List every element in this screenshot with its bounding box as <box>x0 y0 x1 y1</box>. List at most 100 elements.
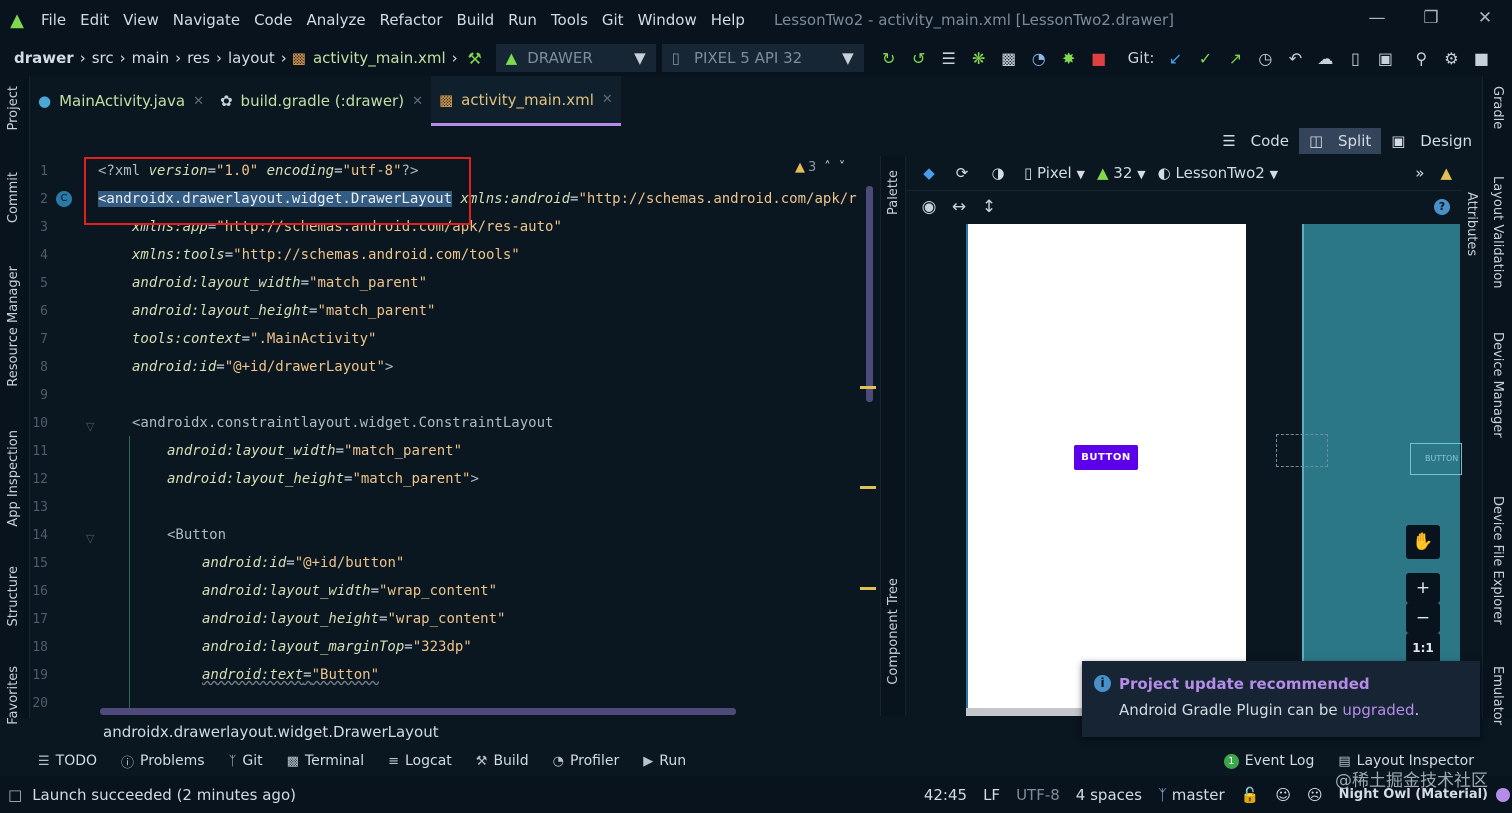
coverage-icon[interactable]: ▩ <box>994 49 1024 68</box>
restore-icon[interactable]: ❐ <box>1404 0 1458 40</box>
git-update-icon[interactable]: ↙ <box>1160 49 1190 68</box>
tool-gradle[interactable]: Gradle <box>1490 86 1505 129</box>
breadcrumb-drawer[interactable]: drawer <box>10 49 78 67</box>
zoom-out-button[interactable]: − <box>1406 603 1440 633</box>
theme-select[interactable]: ◐ LessonTwo2 ▼ <box>1158 164 1278 182</box>
tool-event-log[interactable]: 1 Event Log <box>1223 753 1314 769</box>
breadcrumb-res[interactable]: res <box>183 49 214 67</box>
rerun-icon[interactable]: ↻ <box>874 49 904 68</box>
close-icon[interactable]: ✕ <box>412 94 423 109</box>
sdk-manager-icon[interactable]: ▣ <box>1370 49 1400 68</box>
vertical-scrollbar[interactable] <box>866 186 873 402</box>
tab-build-gradle[interactable]: ✿ build.gradle (:drawer) ✕ <box>212 76 431 126</box>
tab-activity-main[interactable]: ▩ activity_main.xml ✕ <box>430 76 621 126</box>
breadcrumb-activity-main[interactable]: activity_main.xml <box>309 49 450 67</box>
orientation-icon[interactable]: ⟳ <box>944 164 980 182</box>
warning-marker[interactable] <box>860 587 876 590</box>
chevron-up-icon[interactable]: ˄ <box>824 160 831 175</box>
preview-button[interactable]: BUTTON <box>1074 445 1138 470</box>
tool-device-file-explorer[interactable]: Device File Explorer <box>1490 496 1505 625</box>
face-icon[interactable]: ☹ <box>1307 786 1323 804</box>
tab-mainactivity[interactable]: ● MainActivity.java ✕ <box>30 76 212 126</box>
tool-profiler[interactable]: ◔ Profiler <box>553 753 620 769</box>
device-select[interactable]: ▯ Pixel ▼ <box>1024 164 1085 182</box>
class-link-icon[interactable]: C <box>56 191 72 207</box>
menu-refactor[interactable]: Refactor <box>373 0 450 40</box>
close-icon[interactable]: ✕ <box>602 92 613 107</box>
tool-terminal[interactable]: ▩ Terminal <box>287 753 364 769</box>
profile-icon[interactable]: ◔ <box>1024 49 1054 68</box>
pan-icon[interactable]: ✋ <box>1406 525 1440 559</box>
menu-tools[interactable]: Tools <box>544 0 595 40</box>
device-manager-icon[interactable]: ▯ <box>1340 49 1370 68</box>
breadcrumb-main[interactable]: main <box>128 49 173 67</box>
tool-emulator[interactable]: Emulator <box>1490 666 1505 725</box>
rollback-icon[interactable]: ↶ <box>1280 49 1310 68</box>
search-icon[interactable]: ⚲ <box>1406 49 1436 68</box>
blueprint-button[interactable]: BUTTON <box>1410 443 1462 475</box>
warning-marker[interactable] <box>860 486 876 489</box>
attach-debugger-icon[interactable]: ✸ <box>1054 49 1084 68</box>
line-separator[interactable]: LF <box>983 786 1000 804</box>
eye-icon[interactable]: ◉ <box>914 197 944 217</box>
tool-structure[interactable]: Structure <box>6 566 21 626</box>
tool-device-manager[interactable]: Device Manager <box>1490 332 1505 438</box>
tool-todo[interactable]: ☰ TODO <box>38 753 97 769</box>
hammer-icon[interactable]: ⚒ <box>460 49 490 68</box>
apply-code-icon[interactable]: ☰ <box>934 49 964 68</box>
inspection-widget[interactable]: ▲ 3 ˄ ˅ <box>795 160 845 175</box>
chevron-down-icon[interactable]: ˅ <box>839 160 846 175</box>
vertical-resize-icon[interactable]: ↕ <box>974 197 1004 217</box>
breadcrumb-src[interactable]: src <box>88 49 118 67</box>
night-mode-icon[interactable]: ◑ <box>980 164 1016 182</box>
tool-build[interactable]: ⚒ Build <box>476 753 529 769</box>
tool-resource-manager[interactable]: Resource Manager <box>6 266 21 387</box>
split-mode-button[interactable]: ◫ Split <box>1299 128 1382 154</box>
menu-run[interactable]: Run <box>501 0 544 40</box>
smiley-icon[interactable]: ☺ <box>1275 786 1291 804</box>
apply-changes-icon[interactable]: ↺ <box>904 49 934 68</box>
tool-run[interactable]: ▶ Run <box>643 753 686 769</box>
horizontal-resize-icon[interactable]: ↔ <box>944 197 974 217</box>
menu-file[interactable]: File <box>34 0 73 40</box>
menu-analyze[interactable]: Analyze <box>299 0 372 40</box>
lock-icon[interactable]: 🔓 <box>1241 786 1260 804</box>
run-config-select[interactable]: ▲ DRAWER ▼ <box>495 44 656 72</box>
tool-layout-validation[interactable]: Layout Validation <box>1490 176 1505 289</box>
toggle-panel-icon[interactable]: □ <box>8 786 22 804</box>
status-message[interactable]: Launch succeeded (2 minutes ago) <box>32 786 296 804</box>
close-icon[interactable]: ✕ <box>193 94 204 109</box>
tool-problems[interactable]: ⓘ Problems <box>121 752 205 771</box>
api-select[interactable]: ▲ 32 ▼ <box>1097 164 1146 182</box>
zoom-actual-button[interactable]: 1:1 <box>1406 633 1440 663</box>
warning-marker[interactable] <box>860 386 876 389</box>
menu-window[interactable]: Window <box>631 0 704 40</box>
upgrade-link[interactable]: upgraded <box>1342 701 1414 719</box>
gradle-sync-icon[interactable]: ☁ <box>1310 49 1340 68</box>
git-commit-icon[interactable]: ✓ <box>1190 49 1220 68</box>
history-icon[interactable]: ◷ <box>1250 49 1280 68</box>
device-select[interactable]: ▯ PIXEL 5 API 32 ▼ <box>661 44 864 72</box>
device-preview[interactable] <box>966 224 1246 716</box>
breadcrumb-tag[interactable]: androidx.drawerlayout.widget.DrawerLayou… <box>103 723 439 741</box>
menu-build[interactable]: Build <box>450 0 502 40</box>
menu-view[interactable]: View <box>116 0 166 40</box>
more-icon[interactable]: » <box>1415 164 1424 182</box>
tool-palette[interactable]: Palette <box>886 170 901 215</box>
stop-icon[interactable]: ■ <box>1084 49 1114 68</box>
warning-icon[interactable]: ▲ <box>1440 164 1452 182</box>
menu-code[interactable]: Code <box>247 0 299 40</box>
breadcrumb-layout[interactable]: layout <box>224 49 279 67</box>
tool-git[interactable]: ᛉ Git <box>229 753 263 769</box>
menu-navigate[interactable]: Navigate <box>166 0 247 40</box>
tool-favorites[interactable]: Favorites <box>6 666 21 725</box>
debug-icon[interactable]: ❋ <box>964 49 994 68</box>
layers-icon[interactable]: ◆ <box>914 164 944 182</box>
tool-project[interactable]: Project <box>6 86 21 130</box>
minimize-icon[interactable]: — <box>1350 0 1404 40</box>
help-icon[interactable]: ? <box>1434 199 1450 215</box>
zoom-in-button[interactable]: + <box>1406 573 1440 603</box>
horizontal-scrollbar[interactable] <box>100 708 736 715</box>
update-notification[interactable]: i Project update recommended Android Gra… <box>1082 661 1480 737</box>
tool-logcat[interactable]: ≡ Logcat <box>388 753 452 769</box>
